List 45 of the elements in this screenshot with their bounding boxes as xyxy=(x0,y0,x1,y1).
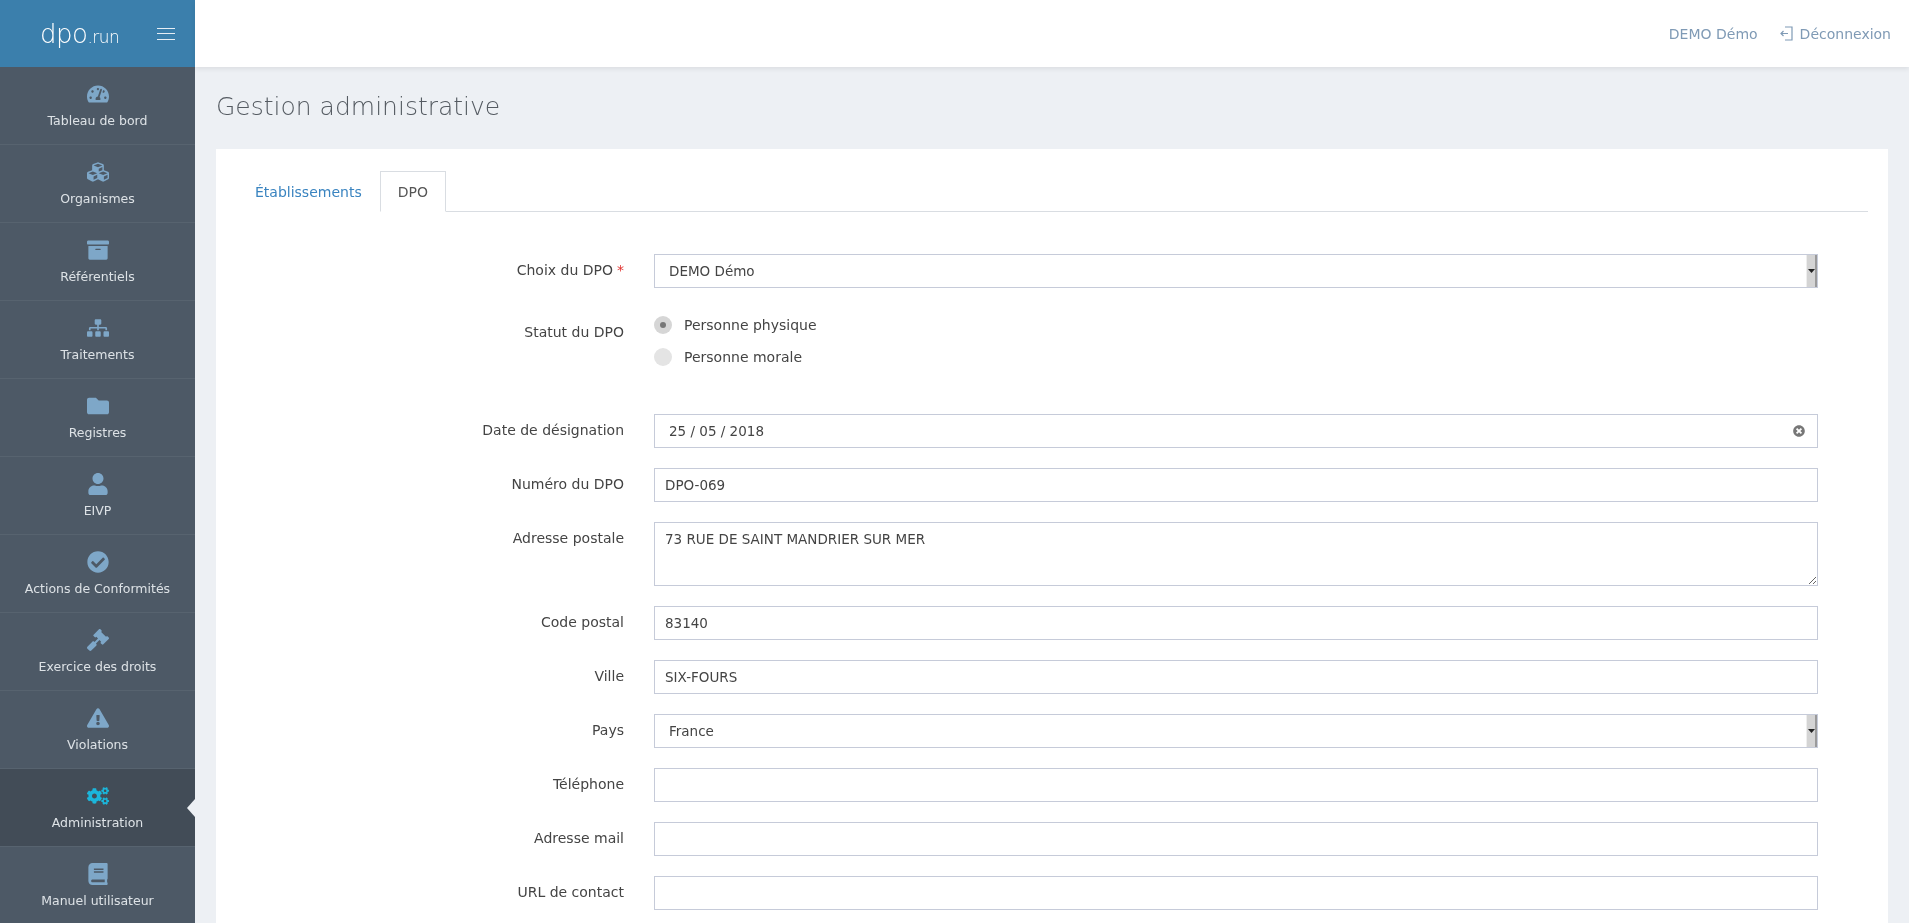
field-label: URL de contact xyxy=(516,883,624,902)
address-field[interactable]: 73 RUE DE SAINT MANDRIER SUR MER xyxy=(654,522,1818,586)
user-icon xyxy=(86,473,109,495)
gears-icon xyxy=(86,785,109,807)
field-label: Téléphone xyxy=(551,775,624,794)
sitemap-icon xyxy=(86,317,109,339)
date-field[interactable]: 25 / 05 / 2018 xyxy=(654,414,1818,448)
field-label: Choix du DPO * xyxy=(515,261,624,280)
gavel-icon xyxy=(86,629,109,651)
field-label: Date de désignation xyxy=(481,421,624,440)
input-field[interactable] xyxy=(654,768,1818,802)
field-label: Adresse mail xyxy=(533,829,624,848)
field-label: Adresse postale xyxy=(511,529,624,548)
select-field[interactable]: France xyxy=(654,714,1818,748)
caret-icon xyxy=(1806,715,1817,747)
book-icon xyxy=(86,863,109,885)
logo[interactable]: dpo.run xyxy=(40,18,120,49)
logout-link[interactable]: Déconnexion xyxy=(1779,25,1891,42)
input-field[interactable]: DPO-069 xyxy=(654,468,1818,502)
menu-icon[interactable] xyxy=(157,27,175,40)
cubes-icon xyxy=(86,161,109,183)
gauge-icon xyxy=(86,83,109,105)
logout-icon xyxy=(1779,26,1794,41)
tab[interactable]: DPO xyxy=(379,171,446,212)
field-label: Statut du DPO xyxy=(523,323,624,342)
active-pointer-icon xyxy=(187,799,195,817)
folder-icon xyxy=(86,395,109,417)
clear-icon[interactable] xyxy=(1793,425,1805,437)
field-label: Ville xyxy=(593,667,624,686)
input-field[interactable] xyxy=(654,822,1818,856)
field-label: Numéro du DPO xyxy=(510,475,624,494)
input-field[interactable] xyxy=(654,876,1818,910)
radio-option[interactable]: Personne physique xyxy=(654,316,1818,334)
input-field[interactable]: 83140 xyxy=(654,606,1818,640)
user-link[interactable]: DEMO Démo xyxy=(1668,25,1758,42)
field-label: Pays xyxy=(591,721,624,740)
sidebar-item[interactable]: Administration xyxy=(0,769,195,847)
page-title: Gestion administrative xyxy=(216,91,502,123)
field-label: Code postal xyxy=(540,613,624,632)
warning-icon xyxy=(86,707,109,729)
archive-box-icon xyxy=(86,239,109,261)
caret-icon xyxy=(1806,255,1817,287)
input-field[interactable]: SIX-FOURS xyxy=(654,660,1818,694)
select-field[interactable]: DEMO Démo xyxy=(654,254,1818,288)
radio-option[interactable]: Personne morale xyxy=(654,348,1818,366)
